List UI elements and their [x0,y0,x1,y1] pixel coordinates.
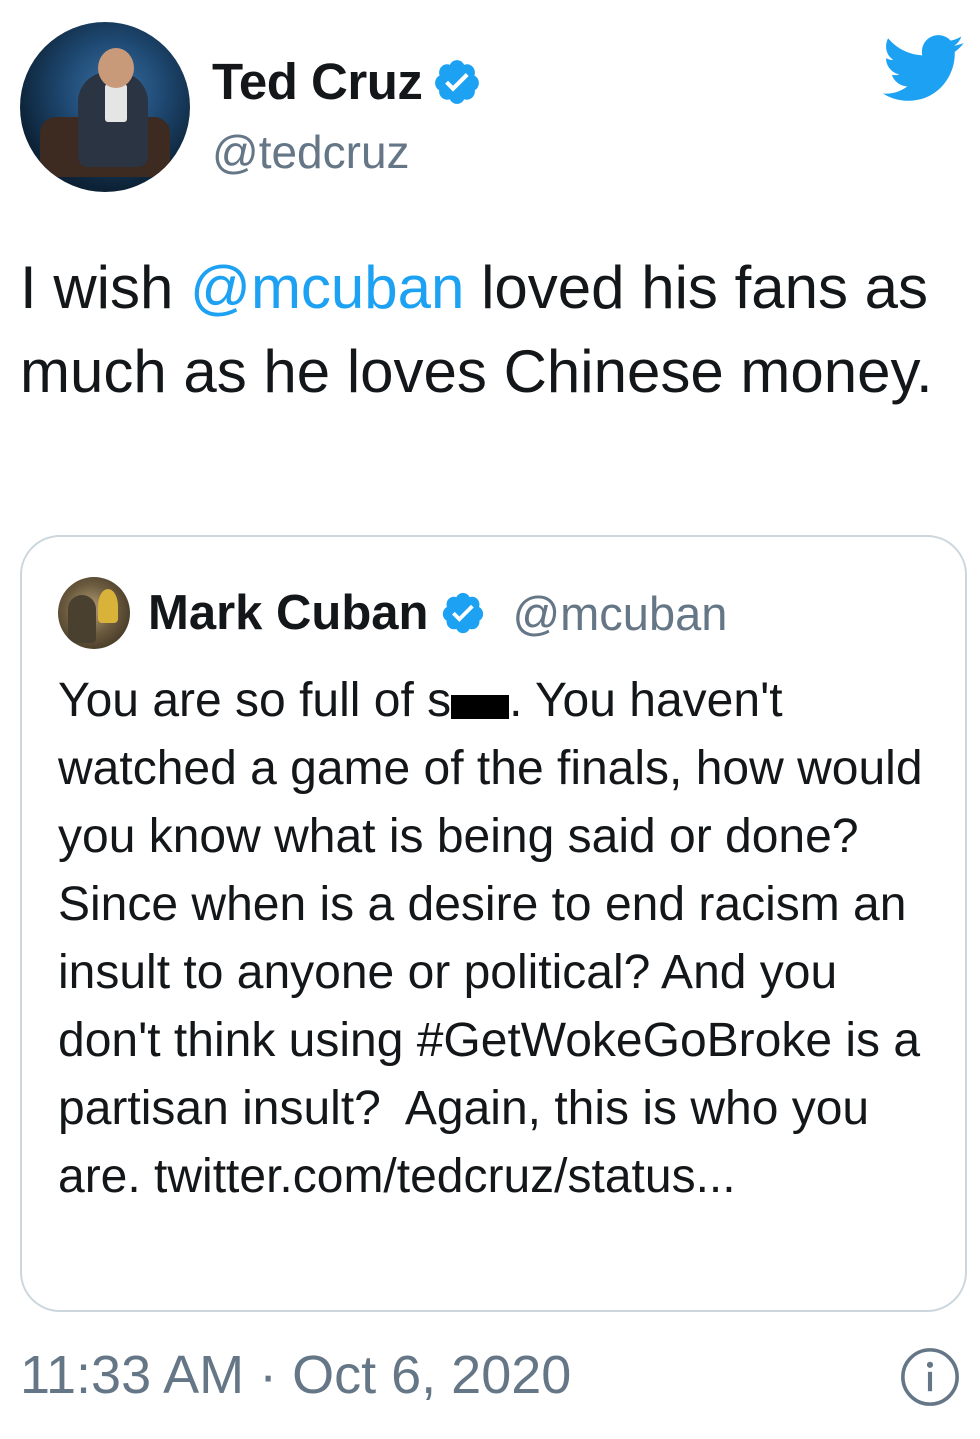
avatar-shirt [105,84,127,122]
tweet-text-before: I wish [20,254,191,321]
redaction-bar [451,695,510,719]
tweet-footer: 11:33 AM · Oct 6, 2020 [20,1344,965,1414]
display-name-row: Ted Cruz [212,52,482,111]
tweet-mention-link[interactable]: @mcuban [190,254,464,321]
author-display-name[interactable]: Ted Cruz [212,52,423,111]
tweet-text: I wish @mcuban loved his fans as much as… [20,246,960,414]
verified-badge-icon [443,592,484,634]
quoted-text-part2: . You haven't watched a game of the fina… [58,674,936,1203]
quoted-tweet-card[interactable]: Mark Cuban @mcuban You are so full of s.… [20,535,967,1312]
quoted-author-avatar[interactable] [58,577,130,649]
verified-badge-icon [435,59,480,104]
quoted-text-part1: You are so full of s [58,674,452,727]
quoted-tweet-header: Mark Cuban @mcuban [58,577,727,649]
avatar-person [68,595,96,643]
info-icon[interactable] [899,1346,961,1408]
quoted-author-display-name[interactable]: Mark Cuban [148,585,428,641]
author-names: Ted Cruz @tedcruz [212,52,482,179]
twitter-bird-icon[interactable] [883,34,965,104]
quoted-author-handle[interactable]: @mcuban [512,586,727,641]
tweet-header: Ted Cruz @tedcruz [20,22,965,202]
tweet-timestamp[interactable]: 11:33 AM · Oct 6, 2020 [20,1345,571,1405]
avatar-head [98,48,134,88]
author-avatar[interactable] [20,22,190,192]
quoted-tweet-text: You are so full of s. You haven't watche… [58,667,938,1211]
author-handle[interactable]: @tedcruz [212,125,482,179]
avatar-trophy [98,589,118,623]
